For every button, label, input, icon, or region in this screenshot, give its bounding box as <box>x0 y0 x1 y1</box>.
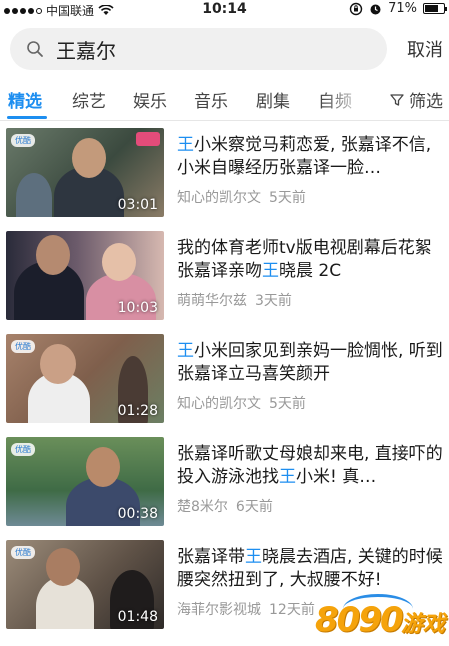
video-author[interactable]: 知心的凯尔文 <box>177 396 261 412</box>
video-time: 12天前 <box>269 602 315 618</box>
video-title[interactable]: 张嘉译听歌丈母娘却来电, 直接吓的投入游泳池找王小米! 真… <box>177 443 443 489</box>
title-highlight: 王 <box>177 135 194 155</box>
search-bar[interactable]: 王嘉尔 <box>10 28 387 70</box>
video-meta: 楚8米尔 6天前 <box>177 496 273 516</box>
title-text: 小米察觉马莉恋爱, 张嘉译不信, 小米自曝经历张嘉译一脸… <box>177 135 432 178</box>
video-title[interactable]: 王小米回家见到亲妈一脸惆怅, 听到张嘉译立马喜笑颜开 <box>177 340 443 386</box>
video-duration: 01:28 <box>117 403 158 419</box>
rotation-lock-icon <box>349 2 363 15</box>
category-tabs: 精选 综艺 娱乐 音乐 剧集 自频 筛选 <box>0 82 449 118</box>
logo-digits: 8090 <box>315 600 404 640</box>
alarm-icon <box>370 4 381 14</box>
cancel-button[interactable]: 取消 <box>407 36 443 62</box>
video-meta: 知心的凯尔文 5天前 <box>177 393 306 413</box>
filter-label: 筛选 <box>409 92 443 112</box>
video-time: 5天前 <box>269 190 306 206</box>
video-thumbnail[interactable]: 优酷 01:28 <box>6 334 164 423</box>
title-highlight: 王 <box>177 341 194 361</box>
active-tab-indicator <box>7 116 47 119</box>
search-input[interactable]: 王嘉尔 <box>56 35 116 64</box>
title-text: 小米回家见到亲妈一脸惆怅, 听到张嘉译立马喜笑颜开 <box>177 341 443 384</box>
tab-variety[interactable]: 综艺 <box>72 87 106 112</box>
video-title[interactable]: 王小米察觉马莉恋爱, 张嘉译不信, 小米自曝经历张嘉译一脸… <box>177 134 443 180</box>
title-highlight: 王 <box>262 261 279 281</box>
status-right: 71% <box>349 1 447 16</box>
video-title[interactable]: 我的体育老师tv版电视剧幕后花絮 张嘉译亲吻王晓晨 2C <box>177 237 443 283</box>
video-duration: 03:01 <box>117 197 158 213</box>
source-badge: 优酷 <box>11 443 35 456</box>
video-author[interactable]: 萌萌华尔兹 <box>177 293 247 309</box>
video-title[interactable]: 张嘉译带王晓晨去酒店, 关键的时候腰突然扭到了, 大叔腰不好! <box>177 546 443 592</box>
tab-divider <box>0 120 449 121</box>
tab-featured[interactable]: 精选 <box>8 87 42 112</box>
video-item[interactable]: 10:03 我的体育老师tv版电视剧幕后花絮 张嘉译亲吻王晓晨 2C 萌萌华尔兹… <box>0 227 449 330</box>
status-bar: 中国联通 10:14 71% <box>0 0 449 20</box>
video-thumbnail[interactable]: 优酷 00:38 <box>6 437 164 526</box>
battery-icon <box>423 3 447 14</box>
title-text: 晓晨 2C <box>279 261 342 281</box>
video-item[interactable]: 优酷 03:01 王小米察觉马莉恋爱, 张嘉译不信, 小米自曝经历张嘉译一脸… … <box>0 124 449 227</box>
video-time: 3天前 <box>255 293 292 309</box>
video-thumbnail[interactable]: 优酷 01:48 <box>6 540 164 629</box>
video-author[interactable]: 楚8米尔 <box>177 499 228 515</box>
video-time: 5天前 <box>269 396 306 412</box>
video-duration: 00:38 <box>117 506 158 522</box>
title-highlight: 王 <box>279 467 296 487</box>
title-text: 张嘉译带 <box>177 547 245 567</box>
title-text: 小米! 真… <box>296 467 377 487</box>
video-time: 6天前 <box>235 499 273 515</box>
title-highlight: 王 <box>245 547 262 567</box>
tab-music[interactable]: 音乐 <box>194 87 228 112</box>
video-thumbnail[interactable]: 优酷 03:01 <box>6 128 164 217</box>
filter-icon <box>390 93 404 106</box>
tab-entertainment[interactable]: 娱乐 <box>133 87 167 112</box>
video-duration: 10:03 <box>117 300 158 316</box>
search-icon <box>27 41 43 57</box>
video-item[interactable]: 优酷 00:38 张嘉译听歌丈母娘却来电, 直接吓的投入游泳池找王小米! 真… … <box>0 433 449 536</box>
watermark-logo: 8090 游戏 <box>315 592 447 644</box>
logo-text: 游戏 <box>400 612 445 637</box>
battery-percent: 71% <box>388 1 417 16</box>
video-author[interactable]: 知心的凯尔文 <box>177 190 261 206</box>
video-meta: 萌萌华尔兹 3天前 <box>177 290 292 310</box>
video-author[interactable]: 海菲尔影视城 <box>177 602 261 618</box>
video-thumbnail[interactable]: 10:03 <box>6 231 164 320</box>
video-meta: 海菲尔影视城 12天前 <box>177 599 315 619</box>
source-badge: 优酷 <box>11 134 35 147</box>
corner-badge <box>136 132 160 146</box>
filter-button[interactable]: 筛选 <box>389 87 443 112</box>
video-list: 优酷 03:01 王小米察觉马莉恋爱, 张嘉译不信, 小米自曝经历张嘉译一脸… … <box>0 124 449 639</box>
tab-series[interactable]: 剧集 <box>256 87 290 112</box>
tab-fade <box>320 82 380 118</box>
source-badge: 优酷 <box>11 546 35 559</box>
video-meta: 知心的凯尔文 5天前 <box>177 187 306 207</box>
video-duration: 01:48 <box>117 609 158 625</box>
video-item[interactable]: 优酷 01:28 王小米回家见到亲妈一脸惆怅, 听到张嘉译立马喜笑颜开 知心的凯… <box>0 330 449 433</box>
source-badge: 优酷 <box>11 340 35 353</box>
